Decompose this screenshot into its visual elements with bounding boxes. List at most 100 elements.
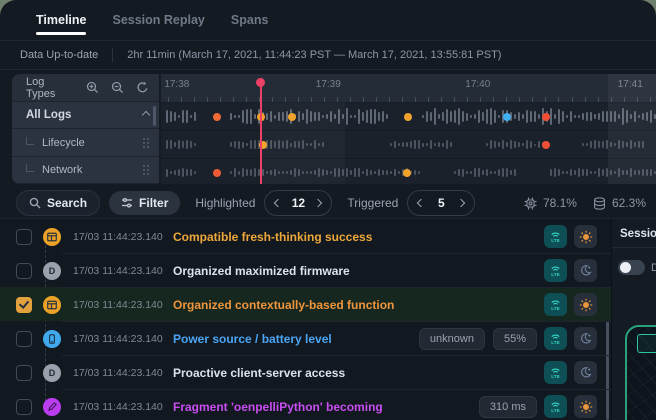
search-button[interactable]: Search — [16, 190, 100, 216]
chevron-right-icon[interactable] — [314, 199, 322, 207]
row-checkbox[interactable] — [16, 331, 32, 347]
filter-button[interactable]: Filter — [109, 191, 180, 215]
zoom-in-icon[interactable] — [86, 81, 99, 94]
sun-icon[interactable] — [574, 395, 597, 418]
lte-signal-icon[interactable]: LTE — [544, 293, 567, 316]
log-message: Power source / battery level — [173, 332, 411, 346]
log-message: Fragment 'oenpelliPython' becoming — [173, 400, 471, 414]
chevron-left-icon[interactable] — [274, 199, 282, 207]
log-type-network[interactable]: Network — [12, 157, 159, 184]
device-preview-selection — [637, 334, 656, 353]
log-message: Organized maximized firmware — [173, 264, 537, 278]
divider — [112, 48, 113, 62]
tree-elbow-icon — [26, 164, 34, 172]
highlighted-label: Highlighted — [195, 196, 255, 210]
session-panel: Session Da — [611, 219, 656, 420]
waveform-network — [161, 159, 656, 184]
log-row[interactable]: 17/03 11:44:23.140 Compatible fresh-thin… — [0, 219, 611, 253]
data-status-label: Data Up-to-date — [20, 49, 98, 61]
refresh-icon[interactable] — [136, 81, 149, 94]
cpu-icon — [524, 197, 537, 210]
app-window: Timeline Session Replay Spans Data Up-to… — [0, 0, 656, 420]
timeline-ruler: 17:3817:3917:4017:41 — [161, 74, 656, 103]
log-toolbar: Search Filter Highlighted 12 Triggered 5… — [0, 188, 656, 219]
chevron-up-icon[interactable] — [142, 111, 150, 119]
log-row-highlighted[interactable]: 17/03 11:44:23.140 Organized contextuall… — [0, 287, 611, 321]
log-row[interactable]: 17/03 11:44:23.140 Power source / batter… — [0, 321, 611, 355]
chevron-right-icon[interactable] — [457, 199, 465, 207]
svg-text:LTE: LTE — [551, 272, 559, 277]
edit-icon — [43, 398, 61, 416]
triggered-label: Triggered — [347, 196, 398, 210]
moon-icon[interactable] — [574, 259, 597, 282]
battery-badge: 55% — [493, 328, 537, 350]
log-timestamp: 17/03 11:44:23.140 — [73, 231, 169, 243]
session-panel-title: Session — [612, 219, 656, 248]
cpu-meter: 78.1% — [524, 196, 577, 210]
row-checkbox[interactable] — [16, 229, 32, 245]
chevron-left-icon[interactable] — [417, 199, 425, 207]
lte-signal-icon[interactable]: LTE — [544, 361, 567, 384]
lte-signal-icon[interactable]: LTE — [544, 259, 567, 282]
log-timestamp: 17/03 11:44:23.140 — [73, 299, 169, 311]
drag-handle[interactable] — [143, 138, 145, 140]
triggered-count: 5 — [433, 196, 449, 210]
log-timestamp: 17/03 11:44:23.140 — [73, 367, 169, 379]
log-types-scrollbar[interactable] — [153, 106, 156, 126]
log-types-title: Log Types — [26, 76, 74, 100]
tab-bar: Timeline Session Replay Spans — [0, 0, 656, 41]
tab-timeline[interactable]: Timeline — [36, 0, 86, 40]
log-message: Organized contextually-based function — [173, 298, 537, 312]
lte-signal-icon[interactable]: LTE — [544, 395, 567, 418]
moon-icon[interactable] — [574, 327, 597, 350]
triggered-stepper: 5 — [407, 190, 475, 216]
row-checkbox[interactable] — [16, 399, 32, 415]
zoom-out-icon[interactable] — [111, 81, 124, 94]
debug-icon: D — [43, 364, 61, 382]
lte-signal-icon[interactable]: LTE — [544, 225, 567, 248]
svg-text:LTE: LTE — [551, 340, 559, 345]
log-row[interactable]: D 17/03 11:44:23.140 Organized maximized… — [0, 253, 611, 287]
time-range-label: 2hr 11min (March 17, 2021, 11:44:23 PST … — [127, 49, 501, 61]
svg-text:LTE: LTE — [551, 408, 559, 413]
log-types-column: Log Types All Logs Lifecycle — [12, 74, 161, 184]
filter-icon — [121, 197, 133, 209]
row-checkbox[interactable] — [16, 263, 32, 279]
status-badge: unknown — [419, 328, 485, 350]
sun-icon[interactable] — [574, 225, 597, 248]
lte-signal-icon[interactable]: LTE — [544, 327, 567, 350]
log-type-all-logs[interactable]: All Logs — [12, 102, 159, 129]
log-list: 17/03 11:44:23.140 Compatible fresh-thin… — [0, 219, 611, 420]
info-bar: Data Up-to-date 2hr 11min (March 17, 202… — [0, 41, 656, 70]
svg-text:LTE: LTE — [551, 306, 559, 311]
highlighted-stepper: 12 — [264, 190, 332, 216]
row-checkbox[interactable] — [16, 365, 32, 381]
debug-icon: D — [43, 262, 61, 280]
duration-badge: 310 ms — [479, 396, 537, 418]
tab-spans[interactable]: Spans — [231, 0, 269, 40]
app-window-icon — [43, 228, 61, 246]
playhead[interactable] — [260, 78, 262, 184]
device-icon — [43, 330, 61, 348]
svg-text:LTE: LTE — [551, 238, 559, 243]
highlighted-count: 12 — [290, 196, 306, 210]
log-row[interactable]: D 17/03 11:44:23.140 Proactive client-se… — [0, 355, 611, 389]
timeline-panel: Log Types All Logs Lifecycle — [12, 74, 656, 184]
row-checkbox-checked[interactable] — [16, 297, 32, 313]
log-type-lifecycle[interactable]: Lifecycle — [12, 129, 159, 156]
timeline-track-area[interactable]: 17:3817:3917:4017:41 — [161, 74, 656, 184]
sun-icon[interactable] — [574, 293, 597, 316]
drag-handle[interactable] — [143, 165, 145, 167]
log-message: Proactive client-server access — [173, 366, 537, 380]
moon-icon[interactable] — [574, 361, 597, 384]
waveform-lifecycle — [161, 131, 656, 159]
search-icon — [29, 197, 41, 209]
log-message: Compatible fresh-thinking success — [173, 230, 537, 244]
session-toggle[interactable] — [618, 260, 645, 275]
tab-session-replay[interactable]: Session Replay — [112, 0, 204, 40]
log-timestamp: 17/03 11:44:23.140 — [73, 401, 169, 413]
device-preview[interactable] — [625, 325, 656, 420]
log-row[interactable]: 17/03 11:44:23.140 Fragment 'oenpelliPyt… — [0, 389, 611, 420]
log-timestamp: 17/03 11:44:23.140 — [73, 265, 169, 277]
memory-meter: 62.3% — [593, 196, 646, 210]
